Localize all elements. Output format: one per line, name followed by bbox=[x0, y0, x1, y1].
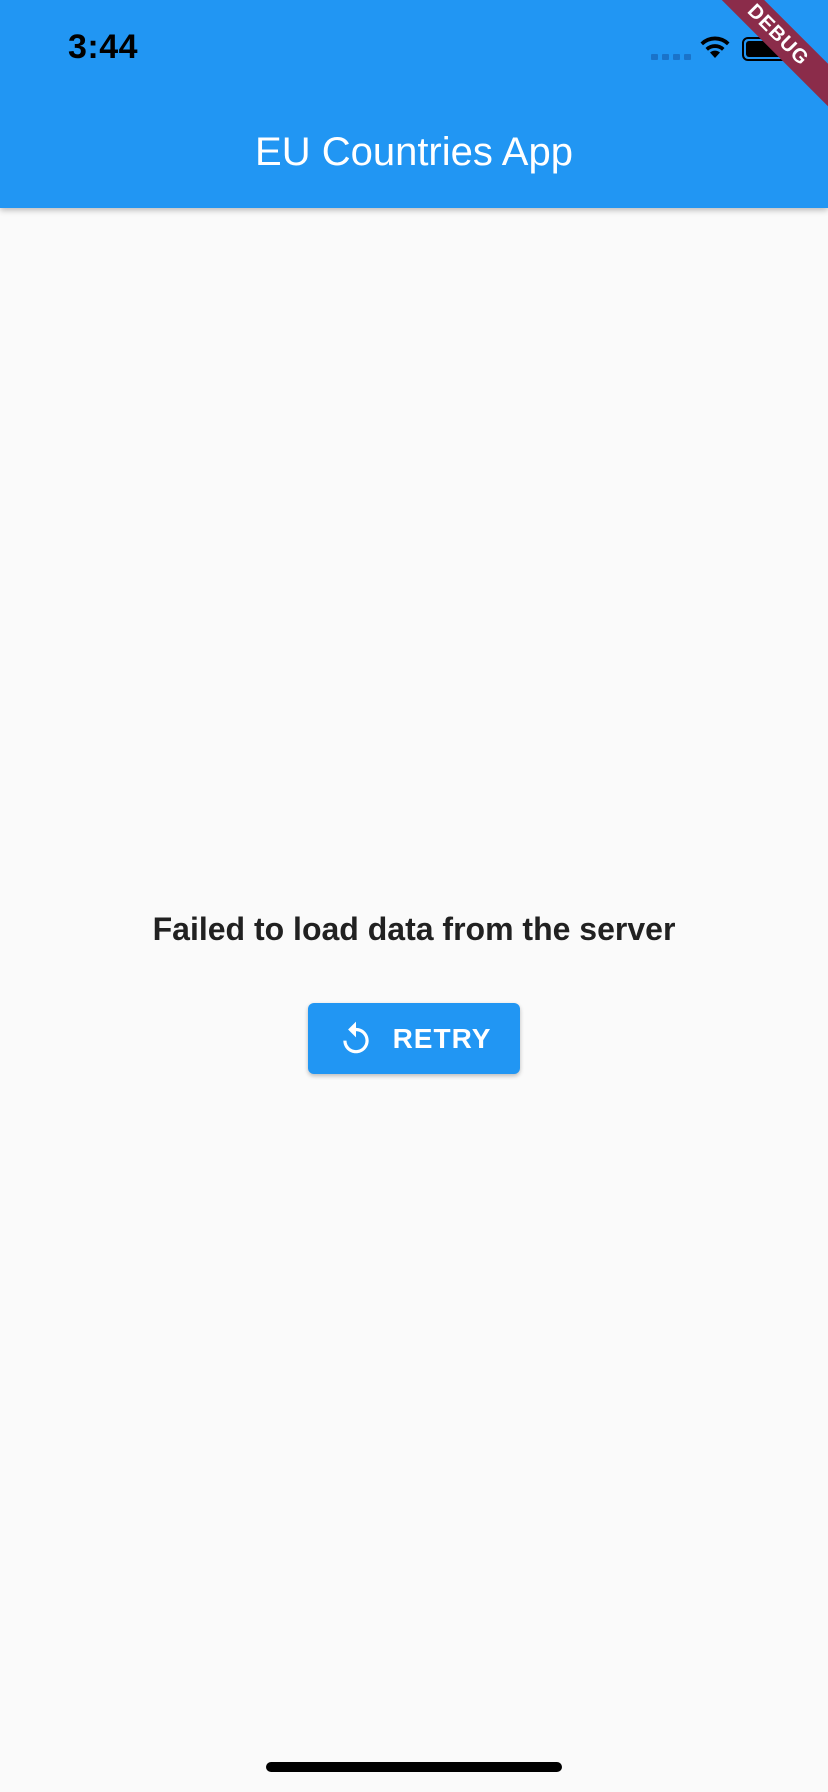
app-title: EU Countries App bbox=[255, 130, 573, 174]
retry-button-label: RETRY bbox=[392, 1022, 492, 1054]
app-bar: 3:44 EU Countries App bbox=[0, 0, 828, 208]
refresh-icon bbox=[342, 1021, 369, 1053]
wifi-icon bbox=[700, 36, 730, 58]
battery-icon bbox=[742, 37, 794, 61]
retry-button[interactable]: RETRY bbox=[308, 1003, 520, 1074]
status-time: 3:44 bbox=[68, 28, 139, 66]
cellular-signal-icon bbox=[651, 54, 691, 60]
error-message: Failed to load data from the server bbox=[152, 911, 676, 947]
home-indicator[interactable] bbox=[266, 1762, 562, 1772]
